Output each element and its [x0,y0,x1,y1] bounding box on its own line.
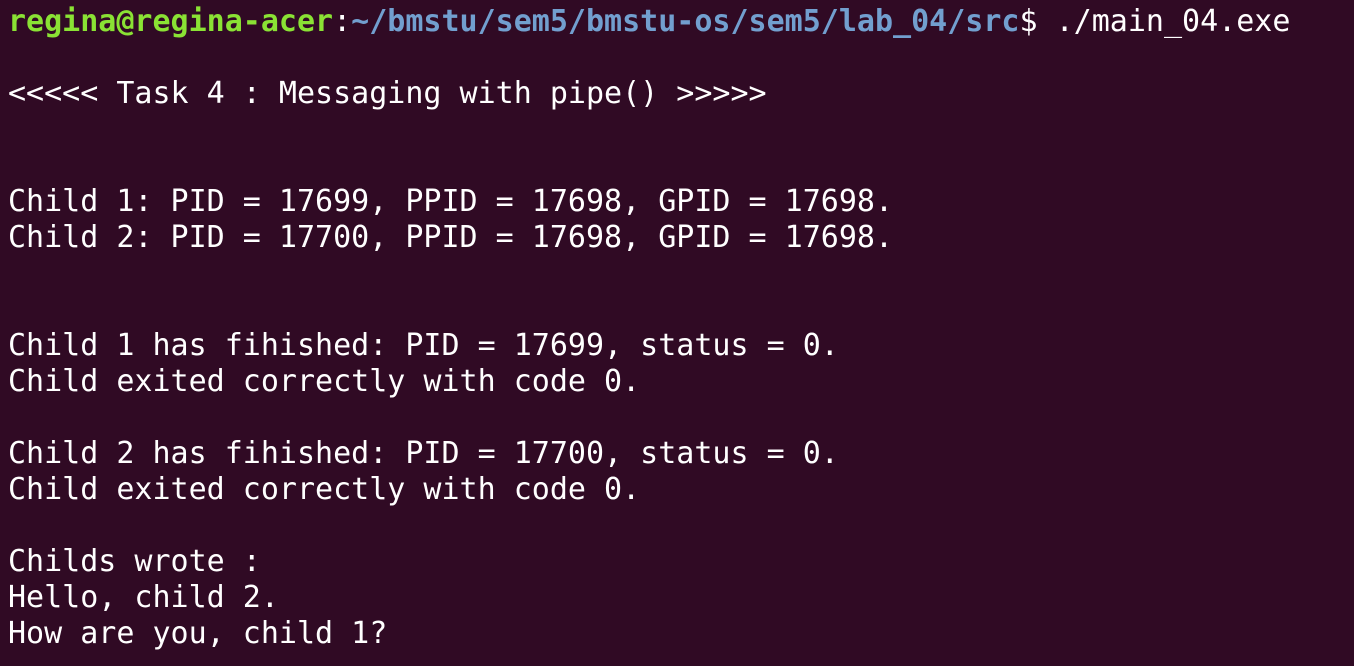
output-line-blank [8,508,1354,544]
output-line-blank [8,256,1354,292]
output-line-child1-info: Child 1: PID = 17699, PPID = 17698, GPID… [8,184,894,219]
output-line-child2-info: Child 2: PID = 17700, PPID = 17698, GPID… [8,220,894,255]
output-line-message-2: How are you, child 1? [8,616,388,651]
output-line-child1-finished: Child 1 has fihished: PID = 17699, statu… [8,328,839,363]
output-line-task-header: <<<<< Task 4 : Messaging with pipe() >>>… [8,76,767,111]
prompt-dollar: $ [1019,4,1038,39]
output-line-message-1: Hello, child 2. [8,580,279,615]
prompt-separator: : [333,4,352,39]
output-line-child2-exit: Child exited correctly with code 0. [8,472,641,507]
output-line-blank [8,292,1354,328]
terminal-window[interactable]: regina@regina-acer:~/bmstu/sem5/bmstu-os… [0,0,1354,666]
output-line-childs-wrote: Childs wrote : [8,544,261,579]
output-line-child1-exit: Child exited correctly with code 0. [8,364,641,399]
output-line-blank [8,112,1354,148]
prompt-line: regina@regina-acer:~/bmstu/sem5/bmstu-os… [8,4,1354,40]
prompt-user-host: regina@regina-acer [8,4,334,39]
output-line-blank [8,148,1354,184]
prompt-path: ~/bmstu/sem5/bmstu-os/sem5/lab_04/src [351,4,1020,39]
output-line-blank [8,400,1354,436]
output-line-child2-finished: Child 2 has fihished: PID = 17700, statu… [8,436,839,471]
command-text: ./main_04.exe [1037,4,1291,39]
output-line-blank [8,40,1354,76]
